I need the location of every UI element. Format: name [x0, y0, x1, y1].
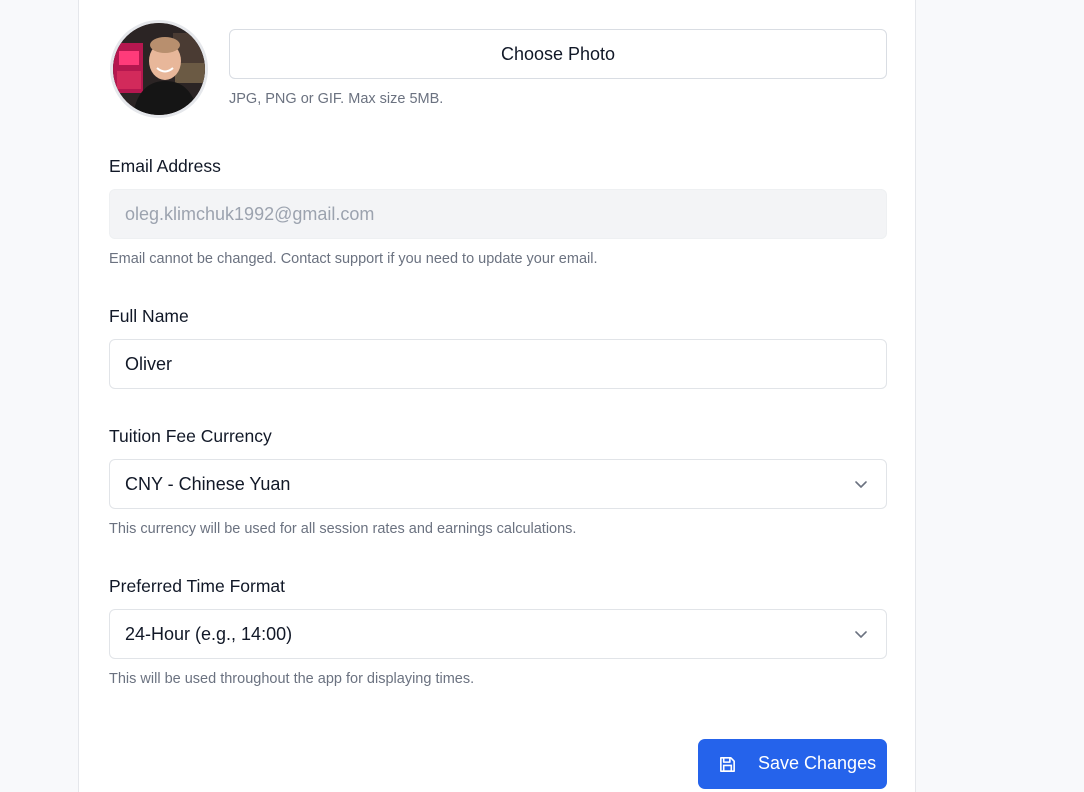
floppy-disk-icon	[720, 757, 735, 772]
email-hint: Email cannot be changed. Contact support…	[109, 251, 598, 267]
time-format-select[interactable]: 24-Hour (e.g., 14:00)	[109, 609, 887, 659]
save-changes-button[interactable]: Save Changes	[698, 739, 887, 789]
avatar	[110, 20, 208, 118]
email-value: oleg.klimchuk1992@gmail.com	[125, 203, 375, 224]
time-format-label: Preferred Time Format	[109, 576, 286, 596]
photo-hint: JPG, PNG or GIF. Max size 5MB.	[229, 91, 444, 107]
full-name-input[interactable]: Oliver	[109, 339, 887, 389]
avatar-photo	[113, 23, 205, 115]
full-name-value: Oliver	[125, 353, 173, 374]
chevron-down-icon	[855, 481, 867, 488]
currency-hint: This currency will be used for all sessi…	[109, 521, 577, 537]
full-name-label: Full Name	[109, 306, 189, 326]
currency-label: Tuition Fee Currency	[109, 426, 272, 446]
save-changes-label: Save Changes	[758, 753, 877, 773]
choose-photo-button[interactable]: Choose Photo	[229, 29, 887, 79]
email-label: Email Address	[109, 156, 221, 176]
time-format-hint: This will be used throughout the app for…	[109, 671, 475, 687]
currency-select[interactable]: CNY - Chinese Yuan	[109, 459, 887, 509]
time-format-selected-value: 24-Hour (e.g., 14:00)	[125, 623, 293, 644]
currency-selected-value: CNY - Chinese Yuan	[125, 473, 291, 494]
chevron-down-icon	[855, 631, 867, 638]
email-field: oleg.klimchuk1992@gmail.com	[109, 189, 887, 239]
